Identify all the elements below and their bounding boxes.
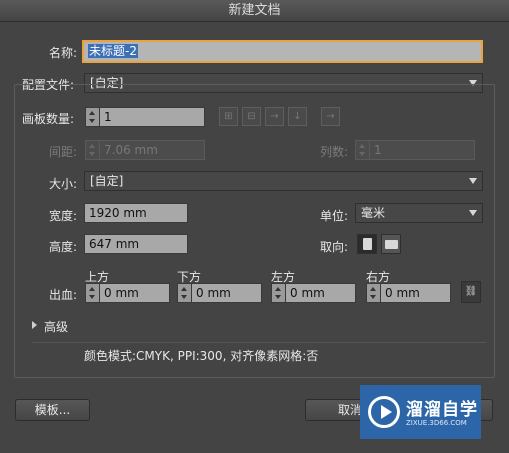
size-label: 大小: xyxy=(49,177,78,191)
bleed-label: 出血: xyxy=(49,288,78,302)
portrait-icon xyxy=(363,238,372,250)
play-icon xyxy=(368,396,400,428)
size-dropdown[interactable]: [自定] xyxy=(84,171,483,191)
watermark-title: 溜溜自学 xyxy=(406,400,478,420)
arrange-by-row-icon[interactable]: → xyxy=(265,107,284,126)
settings-group xyxy=(14,84,495,378)
disclosure-triangle-icon[interactable] xyxy=(32,321,37,329)
bleed-top-input[interactable]: 0 mm xyxy=(99,283,170,303)
bleed-left-stepper[interactable] xyxy=(271,283,285,303)
window-title: 新建文档 xyxy=(0,0,509,22)
bleed-bottom-input[interactable]: 0 mm xyxy=(191,283,262,303)
watermark-logo: 溜溜自学 ZIXUE.3D66.COM xyxy=(360,385,481,439)
grid-by-row-icon[interactable]: ⊞ xyxy=(219,107,238,126)
width-label: 宽度: xyxy=(49,209,78,223)
name-label: 名称: xyxy=(49,46,78,60)
bleed-right-input[interactable]: 0 mm xyxy=(380,283,451,303)
landscape-icon xyxy=(385,240,398,249)
spacing-input[interactable]: 7.06 mm xyxy=(99,140,205,160)
chevron-down-icon xyxy=(469,210,477,216)
bleed-top-stepper[interactable] xyxy=(85,283,99,303)
spacing-stepper[interactable] xyxy=(85,140,99,160)
artboards-stepper[interactable] xyxy=(85,107,99,127)
width-input[interactable]: 1920 mm xyxy=(84,203,188,223)
columns-stepper[interactable] xyxy=(355,140,369,160)
units-label: 单位: xyxy=(320,209,349,223)
advanced-toggle[interactable]: 高级 xyxy=(44,318,68,335)
bleed-left-input[interactable]: 0 mm xyxy=(285,283,356,303)
document-name-input[interactable]: 未标题-2 xyxy=(82,40,483,63)
document-name-value: 未标题-2 xyxy=(88,44,138,58)
columns-label: 列数: xyxy=(320,145,349,159)
portrait-orientation-button[interactable] xyxy=(357,234,377,254)
landscape-orientation-button[interactable] xyxy=(381,234,401,254)
orientation-label: 取向: xyxy=(320,240,349,254)
chain-link-icon[interactable]: ⛓ xyxy=(461,281,481,303)
height-input[interactable]: 647 mm xyxy=(84,234,188,254)
watermark-url: ZIXUE.3D66.COM xyxy=(406,419,467,427)
bleed-bottom-stepper[interactable] xyxy=(177,283,191,303)
units-dropdown[interactable]: 毫米 xyxy=(355,203,483,223)
divider xyxy=(32,342,486,343)
advanced-summary: 颜色模式:CMYK, PPI:300, 对齐像素网格:否 xyxy=(84,349,319,363)
spacing-label: 间距: xyxy=(49,145,78,159)
artboards-label: 画板数量: xyxy=(22,112,75,126)
height-label: 高度: xyxy=(49,240,78,254)
bleed-right-stepper[interactable] xyxy=(366,283,380,303)
templates-button[interactable]: 模板... xyxy=(15,399,90,421)
size-value: [自定] xyxy=(90,174,124,188)
grid-by-column-icon[interactable]: ⊟ xyxy=(242,107,261,126)
columns-input[interactable]: 1 xyxy=(369,140,475,160)
chevron-down-icon xyxy=(469,178,477,184)
units-value: 毫米 xyxy=(361,206,386,220)
right-to-left-layout-icon[interactable]: → xyxy=(321,107,340,126)
arrange-by-column-icon[interactable]: ↓ xyxy=(288,107,307,126)
artboards-input[interactable]: 1 xyxy=(99,107,205,127)
